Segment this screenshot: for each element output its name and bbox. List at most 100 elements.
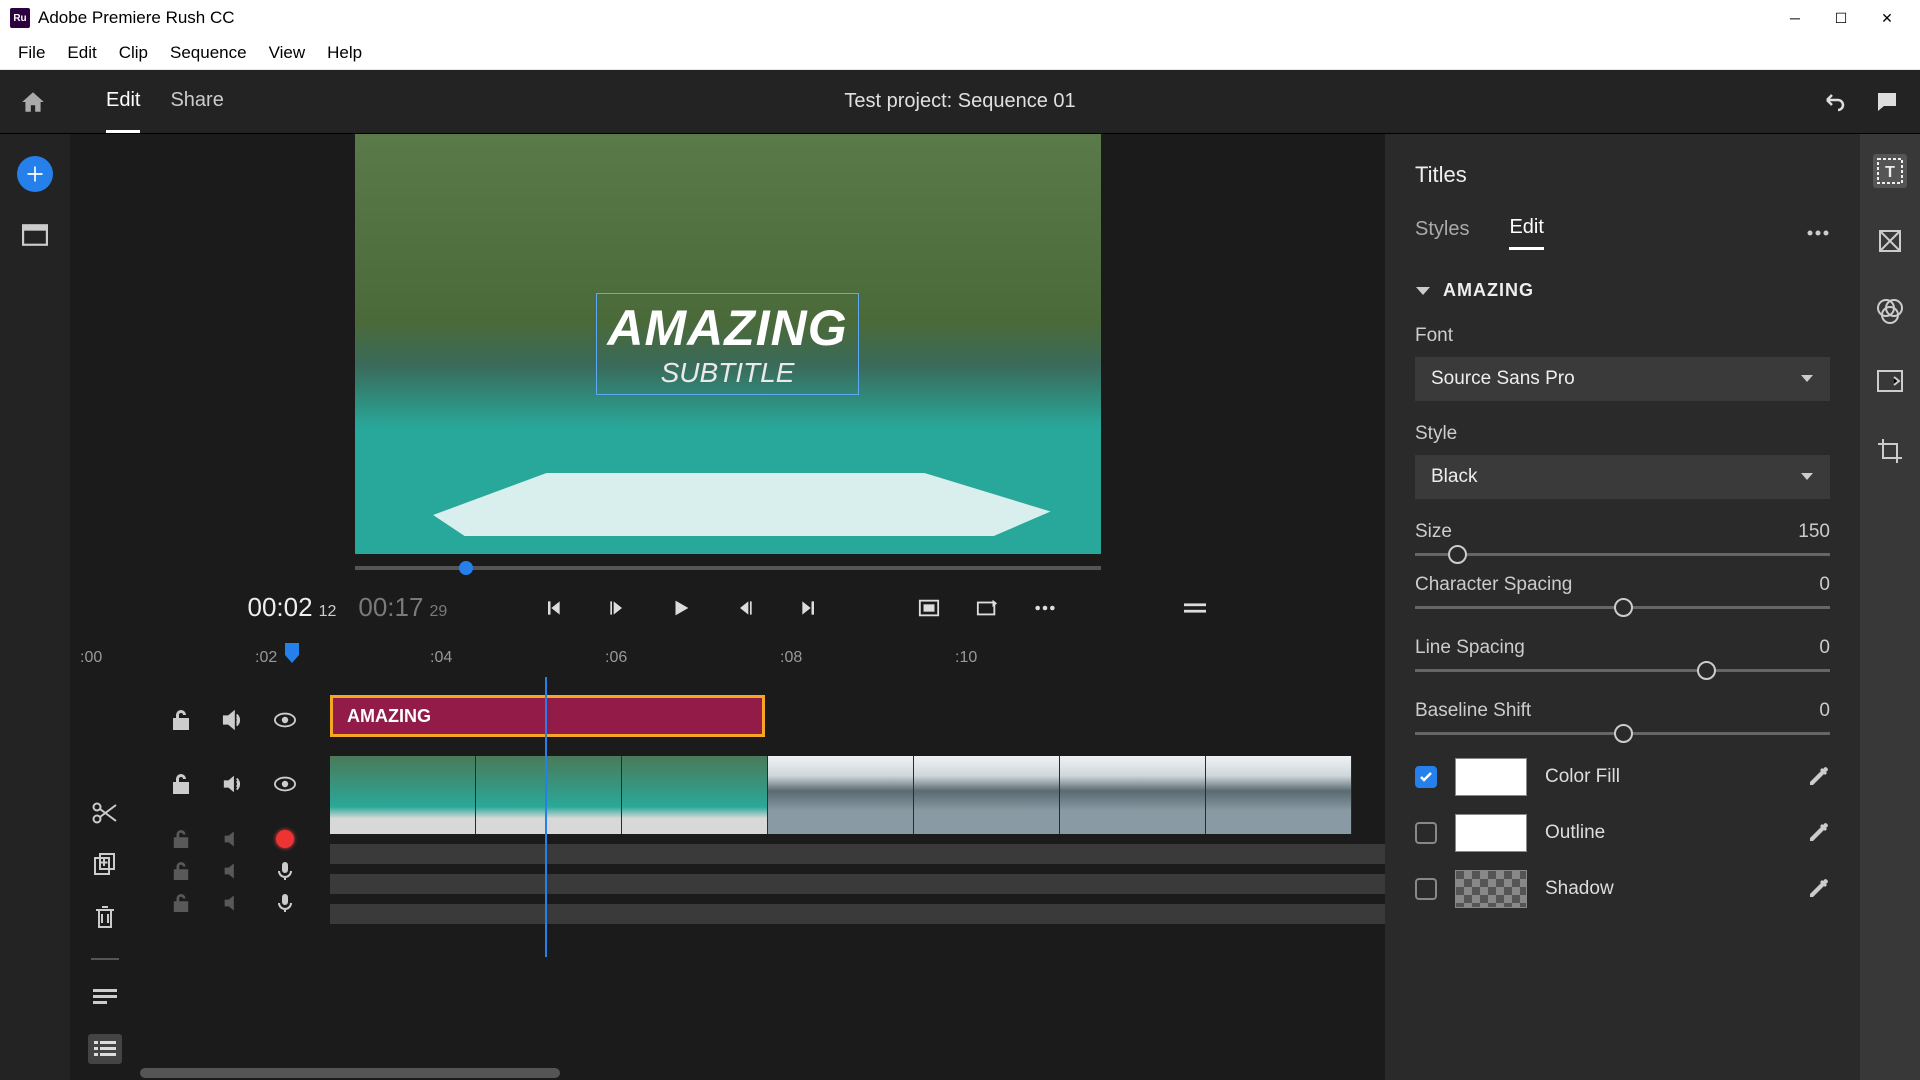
visibility-icon[interactable] (274, 773, 296, 795)
menu-bar: File Edit Clip Sequence View Help (0, 36, 1920, 70)
shadow-checkbox[interactable] (1415, 878, 1437, 900)
ruler-tick: :00 (80, 649, 102, 667)
scrubber-handle[interactable] (459, 561, 473, 575)
audio-track-1[interactable] (330, 844, 1385, 864)
outline-label: Outline (1545, 822, 1605, 844)
panel-more-icon[interactable] (1806, 229, 1830, 237)
more-options-icon[interactable] (1032, 595, 1058, 621)
baseline-slider[interactable] (1415, 732, 1830, 735)
project-panel-icon[interactable] (20, 220, 50, 250)
color-fill-checkbox[interactable] (1415, 766, 1437, 788)
fullscreen-icon[interactable] (916, 595, 942, 621)
char-spacing-value: 0 (1819, 574, 1830, 596)
record-button[interactable] (274, 828, 296, 850)
tab-styles[interactable]: Styles (1415, 218, 1469, 249)
playhead-line[interactable] (545, 677, 547, 957)
step-forward-icon[interactable] (732, 595, 758, 621)
duplicate-icon[interactable] (93, 852, 117, 876)
scissors-icon[interactable] (92, 802, 118, 824)
line-spacing-value: 0 (1819, 637, 1830, 659)
audio-track-2[interactable] (330, 874, 1385, 894)
menu-clip[interactable]: Clip (109, 37, 158, 69)
style-value: Black (1431, 466, 1477, 488)
menu-file[interactable]: File (8, 37, 55, 69)
comment-icon[interactable] (1874, 90, 1900, 114)
expand-tracks-icon[interactable] (93, 988, 117, 1006)
eyedropper-icon[interactable] (1808, 878, 1830, 900)
visibility-icon[interactable] (274, 709, 296, 731)
line-spacing-slider[interactable] (1415, 669, 1830, 672)
mic-icon[interactable] (274, 892, 296, 914)
menu-edit[interactable]: Edit (57, 37, 106, 69)
home-icon[interactable] (20, 89, 46, 115)
mute-icon[interactable] (222, 773, 244, 795)
ruler-tick: :06 (605, 649, 627, 667)
mic-icon[interactable] (274, 860, 296, 882)
preview-scrubber[interactable] (355, 566, 1101, 570)
outline-checkbox[interactable] (1415, 822, 1437, 844)
style-label: Style (1415, 423, 1830, 445)
video-clip[interactable] (330, 756, 1350, 834)
timeline-options-icon[interactable] (1182, 595, 1208, 621)
mute-icon[interactable] (222, 892, 244, 914)
track-area[interactable]: AMAZING (330, 677, 1385, 957)
undo-icon[interactable] (1821, 90, 1849, 114)
close-button[interactable]: ✕ (1864, 3, 1910, 33)
track-layout-icon[interactable] (88, 1034, 122, 1064)
shadow-swatch[interactable] (1455, 870, 1527, 908)
size-label: Size (1415, 521, 1452, 543)
section-label: AMAZING (1443, 280, 1534, 301)
transform-tool-icon[interactable] (1873, 224, 1907, 258)
playhead-marker[interactable] (285, 643, 299, 663)
ruler-tick: :08 (780, 649, 802, 667)
audio-track-3[interactable] (330, 904, 1385, 924)
mute-icon[interactable] (222, 860, 244, 882)
lock-icon[interactable] (170, 860, 192, 882)
color-tool-icon[interactable] (1873, 294, 1907, 328)
size-slider[interactable] (1415, 553, 1830, 556)
timeline-scrollbar[interactable] (140, 1066, 1385, 1080)
title-clip[interactable]: AMAZING (330, 695, 765, 737)
panel-title: Titles (1415, 162, 1830, 188)
outline-swatch[interactable] (1455, 814, 1527, 852)
window-titlebar: Ru Adobe Premiere Rush CC ─ ☐ ✕ (0, 0, 1920, 36)
tab-share[interactable]: Share (170, 71, 223, 133)
section-header[interactable]: AMAZING (1415, 280, 1830, 301)
add-button[interactable] (17, 156, 53, 192)
go-to-start-icon[interactable] (540, 595, 566, 621)
title-text-box[interactable]: AMAZING SUBTITLE (597, 294, 857, 394)
tab-edit-titles[interactable]: Edit (1509, 216, 1543, 250)
preview-subtitle-text: SUBTITLE (607, 357, 847, 389)
crop-tool-icon[interactable] (1873, 434, 1907, 468)
eyedropper-icon[interactable] (1808, 822, 1830, 844)
video-preview[interactable]: AMAZING SUBTITLE (355, 134, 1101, 554)
loop-icon[interactable] (974, 595, 1000, 621)
lock-icon[interactable] (170, 892, 192, 914)
char-spacing-slider[interactable] (1415, 606, 1830, 609)
audio-tool-icon[interactable] (1873, 364, 1907, 398)
font-select[interactable]: Source Sans Pro (1415, 357, 1830, 401)
titles-tool-icon[interactable]: T (1873, 154, 1907, 188)
go-to-end-icon[interactable] (796, 595, 822, 621)
play-icon[interactable] (668, 595, 694, 621)
minimize-button[interactable]: ─ (1772, 3, 1818, 33)
eyedropper-icon[interactable] (1808, 766, 1830, 788)
menu-help[interactable]: Help (317, 37, 372, 69)
menu-sequence[interactable]: Sequence (160, 37, 257, 69)
step-back-icon[interactable] (604, 595, 630, 621)
lock-icon[interactable] (170, 828, 192, 850)
ruler-tick: :04 (430, 649, 452, 667)
preview-title-text: AMAZING (607, 299, 847, 357)
mute-icon[interactable] (222, 828, 244, 850)
delete-icon[interactable] (94, 904, 116, 930)
menu-view[interactable]: View (259, 37, 316, 69)
lock-icon[interactable] (170, 773, 192, 795)
timeline-ruler[interactable]: :00 :02 :04 :06 :08 :10 (70, 641, 1385, 677)
mute-icon[interactable] (222, 709, 244, 731)
lock-icon[interactable] (170, 709, 192, 731)
maximize-button[interactable]: ☐ (1818, 3, 1864, 33)
color-fill-swatch[interactable] (1455, 758, 1527, 796)
color-fill-label: Color Fill (1545, 766, 1620, 788)
style-select[interactable]: Black (1415, 455, 1830, 499)
tab-edit[interactable]: Edit (106, 71, 140, 133)
